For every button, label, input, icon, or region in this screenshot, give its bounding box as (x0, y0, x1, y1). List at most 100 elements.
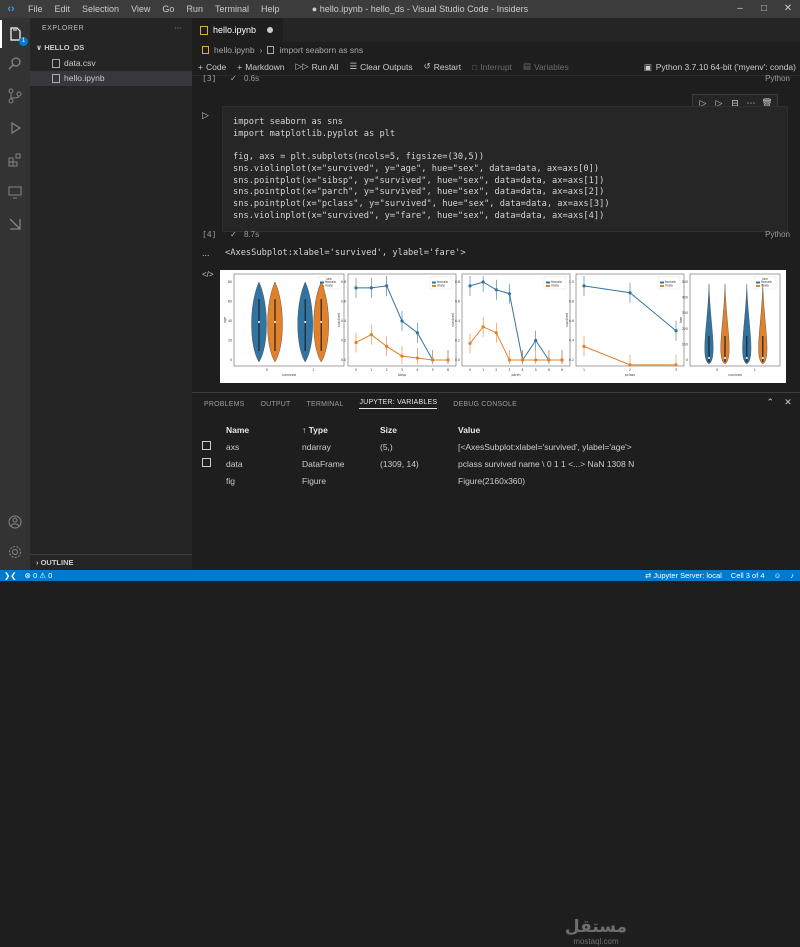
var-value: [<AxesSubplot:xlabel='survived', ylabel=… (458, 441, 632, 452)
cell-language[interactable]: Python (765, 74, 790, 83)
data-point (354, 286, 358, 290)
file-hello-ipynb[interactable]: hello.ipynb (30, 71, 192, 86)
file-data-csv[interactable]: data.csv (30, 56, 192, 71)
explorer-icon[interactable]: 1 (0, 20, 30, 48)
watermark-main: مستقل (564, 917, 628, 936)
menu-go[interactable]: Go (156, 0, 180, 18)
data-point (400, 354, 404, 358)
col-size[interactable]: Size (380, 421, 458, 438)
violin-median (761, 357, 764, 359)
table-row[interactable]: data DataFrame (1309, 14) pclass survive… (200, 455, 648, 472)
cell-status: [4] ✓ 8.7s Python (192, 230, 800, 244)
var-type: DataFrame (302, 458, 345, 469)
more-actions-icon[interactable]: ⋯ (175, 18, 183, 40)
jupyter-server-status[interactable]: ⇄ Jupyter Server: local (645, 570, 722, 581)
run-all-button[interactable]: ▷▷ Run All (295, 61, 338, 72)
var-type: ndarray (302, 441, 331, 452)
y-tick-label: 0 (230, 358, 232, 362)
cell-language[interactable]: Python (765, 230, 790, 239)
menu-terminal[interactable]: Terminal (209, 0, 255, 18)
tab-output[interactable]: OUTPUT (261, 401, 291, 408)
accounts-icon[interactable] (0, 508, 30, 536)
minimize-icon[interactable]: – (728, 0, 752, 18)
table-row[interactable]: fig Figure Figure(2160x360) (200, 472, 648, 489)
legend-label: male (665, 284, 673, 288)
legend-swatch (756, 285, 760, 287)
restart-button[interactable]: ↺ Restart (424, 61, 462, 72)
bell-icon[interactable]: ♪ (790, 570, 794, 581)
y-tick-label: 0.6 (455, 300, 460, 304)
var-size: (1309, 14) (380, 458, 419, 469)
legend-swatch (546, 281, 550, 284)
exec-count: [4] (202, 230, 217, 239)
data-point (354, 340, 358, 345)
y-tick-label: 300 (682, 311, 688, 315)
output-more-icon[interactable]: ... (202, 248, 210, 258)
remote-explorer-icon[interactable] (0, 178, 30, 206)
open-data-viewer-icon[interactable] (202, 441, 211, 450)
source-control-icon[interactable] (0, 82, 30, 110)
close-panel-icon[interactable]: ✕ (784, 397, 792, 408)
menu-view[interactable]: View (125, 0, 156, 18)
col-value[interactable]: Value (458, 421, 648, 438)
breadcrumb-cell[interactable]: import seaborn as sns (279, 42, 363, 58)
tab-terminal[interactable]: TERMINAL (306, 401, 343, 408)
interrupt-button[interactable]: □ Interrupt (472, 62, 512, 72)
menu-edit[interactable]: Edit (49, 0, 77, 18)
legend-swatch (432, 285, 436, 287)
code-cell[interactable]: import seaborn as sns import matplotlib.… (222, 106, 788, 232)
unsaved-dot-icon[interactable] (267, 27, 274, 33)
y-tick-label: 0.4 (569, 339, 574, 343)
watermark-logo: مستقل mostaql.com (544, 917, 648, 947)
maximize-panel-icon[interactable]: ⌃ (767, 397, 775, 408)
tab-problems[interactable]: PROBLEMS (204, 401, 245, 408)
check-icon: ✓ (230, 230, 237, 239)
remote-icon[interactable]: ❯❮ (4, 570, 17, 581)
feedback-icon[interactable]: ☺ (774, 570, 782, 581)
restart-icon: ↺ (423, 61, 431, 71)
tab-hello-ipynb[interactable]: hello.ipynb (192, 18, 284, 42)
add-code-label: Code (205, 61, 227, 72)
jupyter-icon[interactable] (0, 210, 30, 238)
status-bar: ❯❮ ⊗ 0 ⚠ 0 ⇄ Jupyter Server: local Cell … (0, 570, 800, 581)
code-editor[interactable]: import seaborn as sns import matplotlib.… (233, 117, 610, 222)
run-cell-icon[interactable]: ▷ (202, 110, 209, 121)
table-row[interactable]: axs ndarray (5,) [<AxesSubplot:xlabel='s… (200, 438, 648, 455)
problems-status[interactable]: ⊗ 0 ⚠ 0 (25, 570, 53, 581)
notebook-icon (202, 46, 209, 54)
add-markdown-button[interactable]: + Markdown (237, 62, 284, 72)
col-type[interactable]: ↑ Type (302, 421, 380, 438)
y-tick-label: 60 (228, 300, 232, 304)
settings-gear-icon[interactable] (0, 538, 30, 566)
output-code-icon[interactable]: </> (202, 270, 214, 279)
x-tick-label: 1 (754, 368, 756, 372)
clear-outputs-button[interactable]: ☰ Clear Outputs (350, 61, 413, 72)
panel-tabs: PROBLEMS OUTPUT TERMINAL JUPYTER: VARIAB… (192, 393, 800, 415)
folder-hello-ds[interactable]: ∨ HELLO_DS (30, 40, 192, 56)
menu-selection[interactable]: Selection (76, 0, 125, 18)
x-axis-label: sibsp (398, 373, 406, 377)
search-icon[interactable] (0, 50, 30, 78)
vscode-logo-icon: ‹› (7, 3, 15, 15)
y-tick-label: 0.2 (341, 339, 346, 343)
breadcrumb-file[interactable]: hello.ipynb (214, 42, 255, 58)
tab-label: hello.ipynb (213, 25, 257, 35)
add-code-button[interactable]: + Code (198, 62, 226, 72)
cell-position[interactable]: Cell 3 of 4 (731, 570, 765, 581)
x-tick-label: 2 (386, 368, 388, 372)
col-name[interactable]: Name (226, 421, 302, 438)
close-icon[interactable]: ✕ (776, 0, 800, 18)
menu-file[interactable]: File (22, 0, 49, 18)
menu-run[interactable]: Run (180, 0, 209, 18)
data-point (582, 284, 586, 288)
run-debug-icon[interactable] (0, 114, 30, 142)
tab-debug-console[interactable]: DEBUG CONSOLE (453, 401, 517, 408)
menu-help[interactable]: Help (255, 0, 286, 18)
maximize-icon[interactable]: □ (752, 0, 776, 18)
variables-button[interactable]: ▤ Variables (523, 61, 569, 72)
data-point (582, 344, 586, 348)
outline-section[interactable]: › OUTLINE (30, 554, 192, 570)
extensions-icon[interactable] (0, 146, 30, 174)
tab-jupyter-variables[interactable]: JUPYTER: VARIABLES (359, 399, 438, 409)
open-data-viewer-icon[interactable] (202, 458, 211, 467)
